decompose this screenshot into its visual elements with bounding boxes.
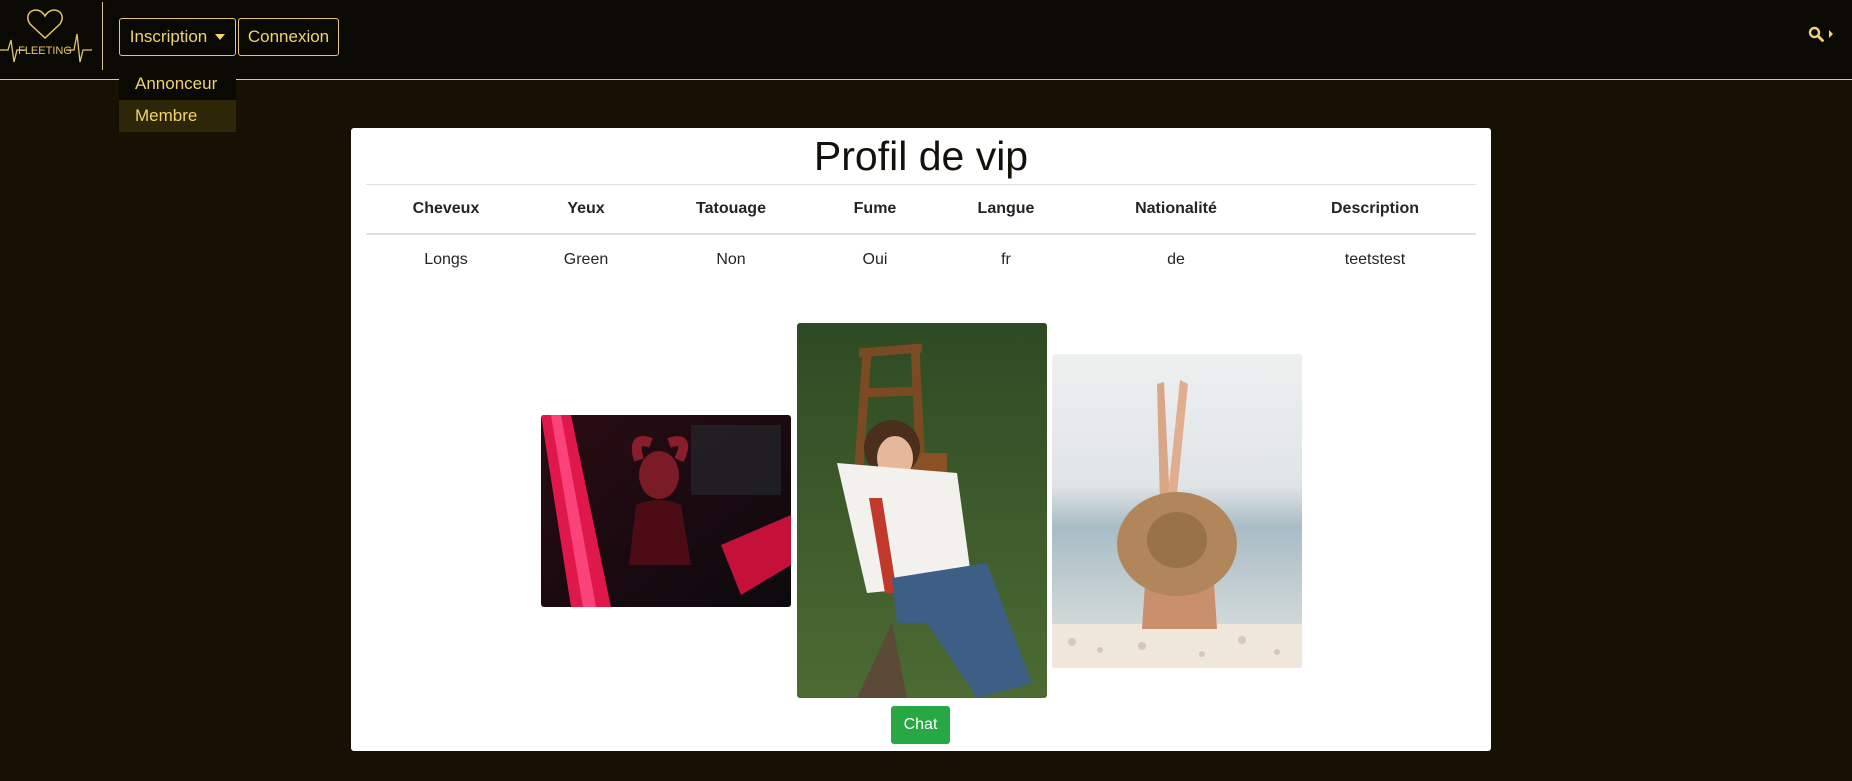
- search-toggle[interactable]: [1808, 26, 1834, 42]
- column-header: Langue: [934, 184, 1078, 235]
- profile-card: Profil de vip Cheveux Yeux Tatouage Fume…: [351, 128, 1491, 751]
- table-cell: fr: [1001, 251, 1011, 268]
- caret-right-icon: [1829, 30, 1833, 38]
- photo-woman-red-light[interactable]: [541, 415, 791, 607]
- top-navbar: FLEETING Inscription Connexion: [0, 0, 1852, 80]
- inscription-dropdown-button[interactable]: Inscription: [119, 18, 236, 56]
- inscription-dropdown-menu: Annonceur Membre: [119, 68, 236, 132]
- table-cell: de: [1167, 251, 1185, 268]
- table-cell: teetstest: [1344, 251, 1406, 268]
- column-header: Tatouage: [646, 184, 816, 235]
- table-header-row: Cheveux Yeux Tatouage Fume Langue Nation…: [366, 184, 1476, 235]
- inscription-label: Inscription: [129, 27, 208, 46]
- column-header: Yeux: [526, 184, 646, 235]
- brand-logo[interactable]: FLEETING: [0, 4, 92, 72]
- table-cell: Green: [563, 251, 609, 268]
- chat-button[interactable]: Chat: [891, 706, 950, 744]
- table-row: Longs Green Non Oui fr de teetstest: [366, 234, 1476, 285]
- column-header: Fume: [816, 184, 934, 235]
- table-cell: Non: [716, 251, 746, 268]
- connexion-button[interactable]: Connexion: [238, 18, 339, 56]
- heart-logo-icon: FLEETING: [0, 9, 92, 63]
- column-header: Cheveux: [366, 184, 526, 235]
- dropdown-item-annonceur[interactable]: Annonceur: [119, 68, 236, 100]
- dropdown-item-membre[interactable]: Membre: [119, 100, 236, 132]
- photo-woman-on-grass-chair[interactable]: [797, 323, 1047, 698]
- search-icon: [1808, 26, 1824, 42]
- column-header: Description: [1274, 184, 1476, 235]
- connexion-label: Connexion: [247, 27, 330, 46]
- logo-divider: [102, 2, 103, 70]
- column-header: Nationalité: [1078, 184, 1274, 235]
- table-cell: Longs: [424, 251, 468, 268]
- table-cell: Oui: [862, 251, 888, 268]
- photo-woman-sunhat-beach[interactable]: [1052, 354, 1302, 668]
- caret-down-icon: [215, 34, 226, 40]
- profile-attributes-table: Cheveux Yeux Tatouage Fume Langue Nation…: [366, 184, 1476, 285]
- svg-text:FLEETING: FLEETING: [18, 45, 72, 57]
- page-title: Profil de vip: [813, 133, 1029, 179]
